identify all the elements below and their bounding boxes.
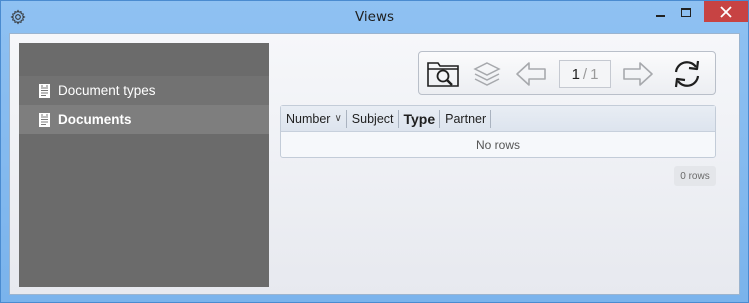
column-header-number[interactable]: Number ∨ [281,109,347,128]
column-label: Type [403,110,436,127]
window-title: Views [354,9,395,25]
layers-icon[interactable] [472,57,502,91]
maximize-button[interactable] [673,1,699,23]
gear-icon[interactable] [10,9,26,25]
column-header-partner[interactable]: Partner [440,109,492,128]
chevron-down-icon: ∨ [334,113,342,124]
minimize-icon [655,15,665,17]
sidebar-item-documents[interactable]: Documents [19,105,269,134]
arrow-left-icon[interactable] [514,57,548,91]
views-window: Views Document types Documents 1 / 1 Num… [0,0,749,303]
total-pages: 1 [590,65,599,83]
folder-search-icon[interactable] [426,57,460,91]
column-header-type[interactable]: Type [399,109,441,128]
sidebar-item-document-types[interactable]: Document types [19,76,269,105]
page-indicator[interactable]: 1 / 1 [559,60,611,88]
arrow-right-icon[interactable] [621,57,655,91]
minimize-button[interactable] [647,1,673,23]
column-header-subject[interactable]: Subject [347,109,399,128]
column-label: Number [286,111,331,126]
sidebar-item-label: Documents [58,112,132,127]
row-count-badge: 0 rows [674,166,716,186]
title-bar: Views [1,1,748,33]
document-icon [39,112,50,127]
grid-header: Number ∨ Subject Type Partner [281,106,715,132]
column-label: Partner [445,111,487,126]
data-grid: Number ∨ Subject Type Partner No rows [280,105,716,158]
toolbar: 1 / 1 [418,51,716,95]
close-button[interactable] [704,1,748,22]
sidebar-item-label: Document types [58,83,156,98]
client-area: Document types Documents 1 / 1 Number ∨ … [9,33,740,295]
document-icon [39,83,50,98]
refresh-icon[interactable] [669,57,705,91]
column-label: Subject [351,111,394,126]
sidebar: Document types Documents [19,43,269,287]
current-page: 1 [571,65,580,83]
maximize-icon [681,7,691,17]
page-separator: / [582,65,588,83]
close-icon [720,5,732,18]
empty-message: No rows [475,138,520,152]
